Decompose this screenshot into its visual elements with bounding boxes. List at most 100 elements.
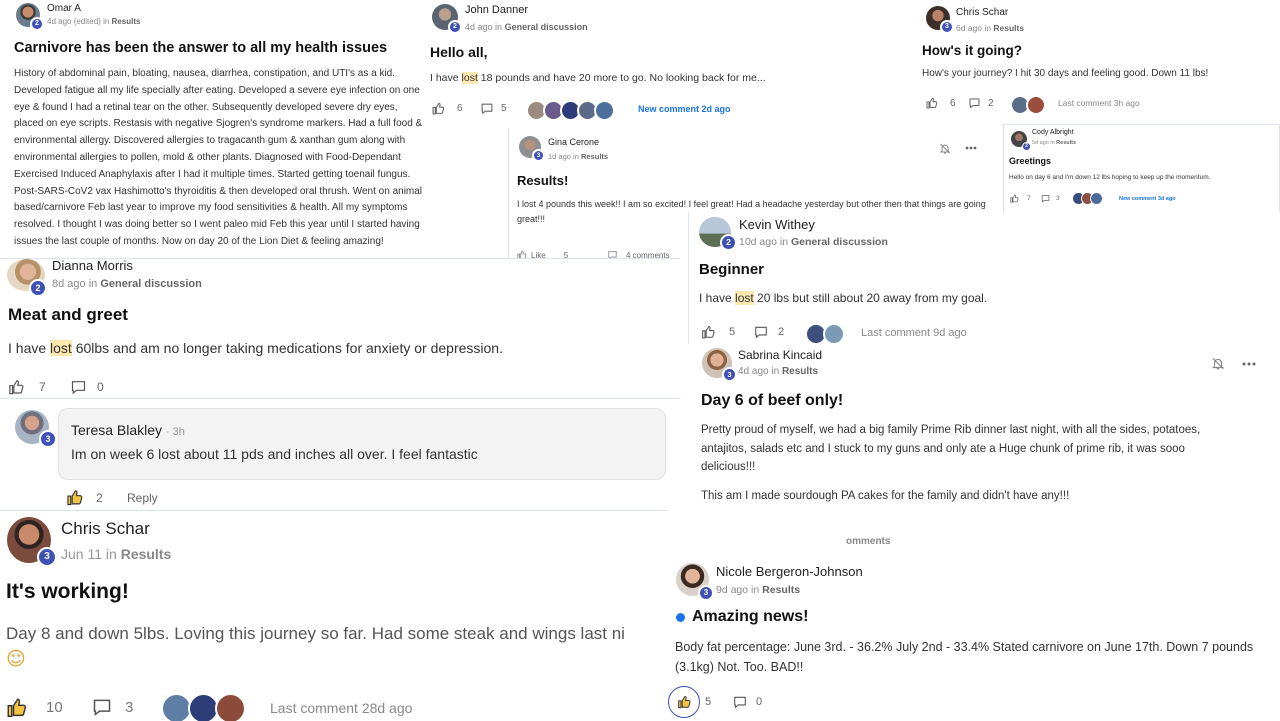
commenter-avatars[interactable] bbox=[1010, 95, 1046, 115]
last-comment-time: Last comment 9d ago bbox=[861, 327, 967, 339]
author-name[interactable]: Omar A bbox=[47, 3, 81, 14]
post-title[interactable]: Beginner bbox=[699, 261, 764, 278]
like-button[interactable]: 5 bbox=[701, 325, 735, 339]
post-time: 9d ago bbox=[716, 584, 749, 596]
post-meta: 5d ago in Results bbox=[1032, 140, 1076, 146]
thumbs-up-filled-icon bbox=[7, 698, 27, 717]
post-card-chris-top: 3 Chris Schar 6d ago in Results How's it… bbox=[922, 0, 1280, 124]
post-body: Body fat percentage: June 3rd. - 36.2% J… bbox=[675, 640, 1254, 674]
divider bbox=[0, 398, 680, 399]
post-title[interactable]: Hello all, bbox=[430, 44, 488, 60]
like-button[interactable]: 7 bbox=[1010, 194, 1031, 203]
author-name[interactable]: Sabrina Kincaid bbox=[738, 348, 822, 362]
in-label: in bbox=[495, 22, 503, 32]
author-name[interactable]: Chris Schar bbox=[956, 7, 1008, 18]
commenter-avatars[interactable] bbox=[1072, 192, 1103, 205]
post-title[interactable]: Day 6 of beef only! bbox=[701, 392, 843, 410]
comment-button[interactable]: 2 bbox=[753, 325, 784, 339]
commenter-avatar[interactable] bbox=[215, 693, 246, 721]
group-link[interactable]: Results bbox=[782, 366, 818, 377]
comment-button[interactable]: 3 bbox=[91, 697, 133, 717]
group-link[interactable]: Results bbox=[993, 23, 1024, 33]
comment-icon bbox=[755, 326, 767, 339]
post-title[interactable]: Meat and greet bbox=[8, 305, 128, 325]
reply-time: 3h bbox=[172, 426, 185, 438]
commenter-avatar[interactable] bbox=[1026, 95, 1046, 115]
avatar[interactable]: 2 bbox=[432, 4, 462, 34]
thumbs-up-filled-icon bbox=[677, 695, 691, 709]
commenter-avatar[interactable] bbox=[1090, 192, 1103, 205]
avatar[interactable]: 3 bbox=[7, 517, 57, 567]
comment-icon bbox=[481, 103, 493, 114]
comment-button[interactable]: 5 bbox=[480, 102, 507, 115]
author-name[interactable]: Kevin Withey bbox=[739, 217, 815, 232]
post-title[interactable]: Carnivore has been the answer to all my … bbox=[14, 40, 387, 56]
comments-link[interactable]: omments bbox=[846, 536, 890, 547]
reply-author[interactable]: Teresa Blakley · 3h bbox=[71, 422, 185, 438]
avatar[interactable]: 3 bbox=[519, 136, 545, 162]
commenter-avatars[interactable] bbox=[161, 693, 246, 721]
reply-button[interactable]: Reply bbox=[127, 491, 158, 505]
post-meta: 4d ago in Results bbox=[738, 366, 818, 377]
like-circle[interactable] bbox=[668, 686, 700, 718]
group-link[interactable]: General discussion bbox=[505, 22, 588, 32]
post-title[interactable]: Results! bbox=[517, 173, 568, 188]
like-button[interactable]: 6 bbox=[432, 102, 463, 115]
group-link[interactable]: Results bbox=[581, 152, 608, 161]
commenter-avatar[interactable] bbox=[823, 323, 845, 345]
in-label: in bbox=[105, 546, 117, 562]
in-label: in bbox=[1050, 140, 1055, 146]
group-link[interactable]: Results bbox=[762, 584, 800, 596]
post-card-cody: 2 Cody Albright 5d ago in Results Greeti… bbox=[1003, 124, 1280, 213]
avatar[interactable]: 3 bbox=[702, 348, 737, 382]
author-name[interactable]: Dianna Morris bbox=[52, 259, 133, 273]
group-link[interactable]: Results bbox=[1056, 140, 1076, 146]
commenter-avatar[interactable] bbox=[594, 100, 615, 121]
new-comment-link[interactable]: New comment 2d ago bbox=[638, 104, 731, 114]
post-time: Jun 11 bbox=[61, 546, 102, 562]
comment-button[interactable]: 0 bbox=[732, 695, 762, 709]
notification-bell-icon[interactable] bbox=[939, 142, 951, 155]
comment-button[interactable]: 2 bbox=[968, 97, 994, 109]
group-link[interactable]: General discussion bbox=[100, 278, 201, 290]
like-button[interactable]: 6 bbox=[926, 97, 956, 109]
new-comment-link[interactable]: New comment 3d ago bbox=[1119, 196, 1176, 202]
author-name[interactable]: Gina Cerone bbox=[548, 137, 599, 147]
comment-button[interactable]: 0 bbox=[70, 379, 104, 395]
level-badge: 3 bbox=[37, 547, 57, 567]
post-meta: 6d ago in Results bbox=[956, 23, 1024, 33]
avatar[interactable]: 2 bbox=[7, 259, 47, 297]
avatar[interactable]: 2 bbox=[699, 217, 737, 251]
post-title[interactable]: How's it going? bbox=[922, 43, 1022, 58]
author-name[interactable]: Nicole Bergeron-Johnson bbox=[716, 564, 863, 579]
commenter-avatars[interactable] bbox=[526, 100, 615, 121]
avatar[interactable]: 3 bbox=[676, 563, 714, 601]
post-title[interactable]: Amazing news! bbox=[692, 608, 808, 626]
group-link[interactable]: General discussion bbox=[791, 236, 888, 248]
post-title[interactable]: It's working! bbox=[6, 580, 129, 604]
author-name[interactable]: John Danner bbox=[465, 4, 528, 16]
like-button[interactable]: 5 bbox=[668, 686, 711, 718]
thumbs-up-icon bbox=[702, 325, 715, 339]
like-button[interactable]: 10 bbox=[6, 697, 63, 718]
notification-bell-icon[interactable] bbox=[1211, 356, 1225, 371]
avatar[interactable]: 2 bbox=[16, 3, 44, 31]
group-link[interactable]: Results bbox=[121, 546, 172, 562]
group-link[interactable]: Results bbox=[112, 17, 141, 26]
author-name[interactable]: Chris Schar bbox=[61, 519, 150, 539]
avatar[interactable]: 2 bbox=[1011, 131, 1031, 151]
more-options-icon[interactable] bbox=[965, 146, 977, 150]
thumbs-up-icon bbox=[1010, 194, 1019, 203]
avatar[interactable]: 3 bbox=[15, 410, 57, 448]
level-badge: 2 bbox=[720, 234, 737, 251]
author-name[interactable]: Cody Albright bbox=[1032, 129, 1074, 136]
reply-like-button[interactable]: 2 bbox=[66, 489, 103, 506]
avatar[interactable]: 3 bbox=[926, 6, 954, 34]
comment-button[interactable]: 3 bbox=[1041, 194, 1060, 203]
like-button[interactable]: 7 bbox=[8, 379, 46, 395]
commenter-avatars[interactable] bbox=[805, 323, 845, 345]
post-meta: Jun 11 in Results bbox=[61, 546, 171, 562]
post-title[interactable]: Greetings bbox=[1009, 156, 1051, 166]
in-label: in bbox=[779, 236, 789, 248]
more-options-icon[interactable] bbox=[1242, 362, 1256, 366]
